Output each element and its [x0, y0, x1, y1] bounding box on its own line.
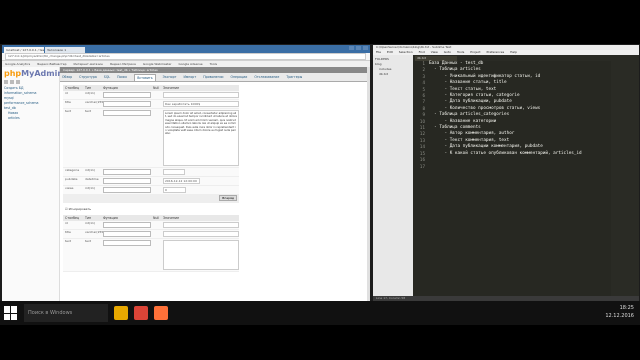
insert-form: Столбец Тип Функция Null Значение id int…	[63, 85, 239, 272]
tab-sql[interactable]: SQL	[104, 75, 110, 79]
windows-start-icon[interactable]	[4, 306, 18, 320]
sublime-window: C:\OpenServer\domains\blog\db.txt - Subl…	[373, 45, 639, 301]
minimize-icon[interactable]	[349, 46, 354, 50]
tab-structure[interactable]: Структура	[79, 75, 97, 79]
tab-triggers[interactable]: Триггеры	[286, 75, 302, 79]
url-input[interactable]: 127.0.0.1/phpmyadmin/tbl_change.php?db=t…	[5, 53, 366, 60]
value-input[interactable]	[163, 169, 185, 175]
bookmark[interactable]: Google Adsense	[179, 62, 203, 66]
line-numbers: 1 2 3 4 5 6 7 8 9 10 11 12 13 14 15 16 17	[413, 61, 427, 296]
form-row: text text	[63, 239, 239, 272]
value-input[interactable]	[163, 92, 239, 98]
taskbar: Поиск в Windows 18:25 12.12.2016	[0, 301, 640, 325]
function-select[interactable]	[103, 178, 151, 184]
ignore-checkbox[interactable]: ☑ Игнорировать	[63, 207, 239, 211]
menu-item[interactable]: Find	[419, 50, 425, 54]
function-select[interactable]	[103, 92, 151, 98]
menu-item[interactable]: Edit	[387, 50, 393, 54]
line-number: 17	[419, 163, 425, 169]
clock[interactable]: 18:25 12.12.2016	[605, 304, 634, 320]
menu-item[interactable]: Selection	[399, 50, 413, 54]
form-row: pubdate datetime 2016-12-12 12:00:00	[63, 177, 239, 186]
sidebar-icons[interactable]	[4, 80, 57, 84]
close-icon[interactable]	[363, 46, 368, 50]
code-editor[interactable]: База Данных - test_db - Таблица articles…	[429, 61, 609, 296]
phpmyadmin: phpMyAdmin Создать БД information_schema…	[2, 67, 370, 301]
file-item[interactable]: db.txt	[375, 72, 411, 77]
function-select[interactable]	[103, 101, 151, 107]
pma-logo[interactable]: phpMyAdmin	[4, 69, 63, 78]
maximize-icon[interactable]	[356, 46, 361, 50]
tab-bar: localhost / 127.0.0.1 / test_db Заголово…	[2, 45, 370, 53]
chrome-icon[interactable]	[134, 306, 148, 320]
tab-tracking[interactable]: Отслеживание	[254, 75, 279, 79]
tab-browse[interactable]: Обзор	[62, 75, 72, 79]
value-input[interactable]: 2016-12-12 12:00:00	[163, 178, 200, 184]
menu-item[interactable]: Project	[470, 50, 480, 54]
pma-main: Сервер: 127.0.0.1 » База данных: test_db…	[60, 67, 370, 301]
form-row: title varchar(255) Как заработать 1000$	[63, 100, 239, 109]
menu-item[interactable]: Help	[510, 50, 517, 54]
db-tree: Создать БД information_schema mysql perf…	[4, 86, 57, 121]
value-textarea[interactable]	[163, 240, 239, 270]
tab-privileges[interactable]: Привилегии	[203, 75, 223, 79]
pma-sidebar: phpMyAdmin Создать БД information_schema…	[2, 67, 63, 301]
function-select[interactable]	[103, 222, 151, 228]
value-input[interactable]	[163, 231, 239, 237]
sublime-icon[interactable]	[154, 306, 168, 320]
pma-tabs: Обзор Структура SQL Поиск Вставить Экспо…	[60, 73, 370, 82]
form-row: id int(11)	[63, 91, 239, 100]
bookmark[interactable]: Google Webmaster	[143, 62, 172, 66]
menu-item[interactable]: Preferences	[487, 50, 505, 54]
form-row: categorie int(11)	[63, 168, 239, 177]
menu-item[interactable]: Goto	[444, 50, 451, 54]
minimap[interactable]	[611, 61, 639, 296]
sidebar: FOLDERS blog includes db.txt	[373, 55, 413, 296]
value-input[interactable]: Как заработать 1000$	[163, 101, 239, 107]
form-row: views int(11) 0	[63, 186, 239, 195]
function-select[interactable]	[103, 110, 151, 116]
value-input[interactable]: 0	[163, 187, 186, 193]
form-row: title varchar(255)	[63, 230, 239, 239]
menu-item[interactable]: View	[431, 50, 438, 54]
tab-import[interactable]: Импорт	[183, 75, 196, 79]
menu-item[interactable]: File	[376, 50, 381, 54]
browser-window: localhost / 127.0.0.1 / test_db Заголово…	[2, 45, 370, 301]
code-line: - К какой статье опубликован комментарий…	[429, 150, 582, 156]
value-textarea[interactable]: Lorem ipsum dolor sit amet, consectetur …	[163, 110, 239, 166]
bookmark[interactable]: Интернет-магазин	[73, 62, 102, 66]
bookmark[interactable]: Tools	[210, 62, 217, 66]
explorer-icon[interactable]	[114, 306, 128, 320]
value-input[interactable]	[163, 222, 239, 228]
function-select[interactable]	[103, 240, 151, 246]
function-select[interactable]	[103, 231, 151, 237]
bookmark[interactable]: Google Analytics	[5, 62, 30, 66]
tab-insert[interactable]: Вставить	[134, 73, 156, 81]
address-bar: 127.0.0.1/phpmyadmin/tbl_change.php?db=t…	[2, 53, 370, 61]
tree-item[interactable]: articles	[4, 116, 57, 121]
form-row: text text Lorem ipsum dolor sit amet, co…	[63, 109, 239, 168]
bookmark[interactable]: Яндекс.Метрика	[110, 62, 136, 66]
menu-item[interactable]: Tools	[457, 50, 464, 54]
tab-export[interactable]: Экспорт	[163, 75, 177, 79]
function-select[interactable]	[103, 187, 151, 193]
tab-operations[interactable]: Операции	[230, 75, 247, 79]
form-row: id int(11)	[63, 221, 239, 230]
window-controls	[349, 46, 368, 50]
scrollbar[interactable]	[367, 67, 370, 301]
go-button[interactable]: Вперёд	[219, 195, 237, 201]
function-select[interactable]	[103, 169, 151, 175]
taskbar-search[interactable]: Поиск в Windows	[24, 304, 108, 322]
bookmark[interactable]: Яндекс.Вебмастер	[37, 62, 66, 66]
tab-search[interactable]: Поиск	[117, 75, 127, 79]
